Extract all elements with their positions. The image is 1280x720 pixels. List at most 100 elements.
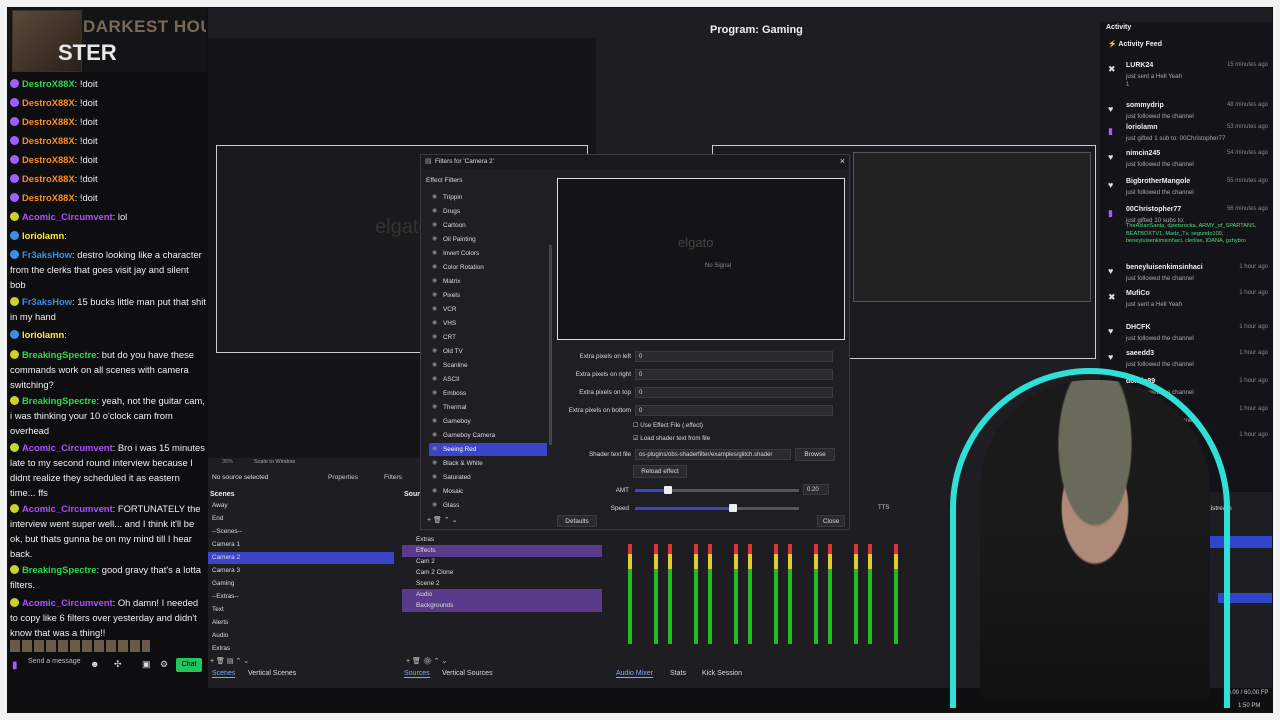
input-top[interactable]: 0 — [635, 387, 833, 398]
input-right[interactable]: 0 — [635, 369, 833, 380]
dock-tab[interactable]: Scenes — [212, 670, 236, 678]
shader-path-input[interactable]: os-plugins/obs-shaderfilter/examples/gli… — [635, 449, 791, 460]
close-button[interactable]: Close — [817, 515, 845, 527]
filter-item[interactable]: VHS — [429, 317, 547, 330]
scale-select[interactable]: Scale to Window — [254, 459, 295, 465]
source-settings-icon[interactable]: ⚙ — [423, 658, 434, 665]
filter-item[interactable]: Glass — [429, 499, 547, 509]
source-down-icon[interactable]: ⌄ — [442, 658, 448, 665]
scene-item[interactable]: Audio — [208, 630, 394, 642]
chat-username[interactable]: Acomic_Circumvent — [22, 442, 113, 453]
chat-username[interactable]: DestroX88X — [22, 116, 75, 127]
filter-item[interactable]: Thermal — [429, 401, 547, 414]
activity-event[interactable]: ✖ MufiCo just sent a Hell Yeah 1 hour ago — [1108, 290, 1270, 320]
filter-item[interactable]: Scanline — [429, 359, 547, 372]
chat-send-button[interactable]: Chat — [176, 658, 202, 672]
scene-item[interactable]: --Extras-- — [208, 591, 394, 603]
scene-item[interactable]: Away — [208, 500, 394, 512]
filter-item[interactable]: Mosaic — [429, 485, 547, 498]
dock-tab[interactable]: Vertical Scenes — [248, 670, 296, 677]
mic-icon[interactable]: ▮ — [12, 660, 18, 671]
chat-username[interactable]: loriolamn — [22, 230, 64, 241]
filter-item[interactable]: CRT — [429, 331, 547, 344]
filter-up-icon[interactable]: ⌃ — [444, 517, 452, 524]
filter-item[interactable]: Cartoon — [429, 219, 547, 232]
speed-slider-handle[interactable] — [729, 504, 738, 512]
activity-event[interactable]: ♥ BigbrotherMangole just followed the chan… — [1108, 178, 1270, 208]
scene-item[interactable]: Gaming — [208, 578, 394, 590]
amt-input[interactable]: 0.20 — [803, 484, 829, 495]
filter-item[interactable]: Drugs — [429, 205, 547, 218]
filter-item[interactable]: Old TV — [429, 345, 547, 358]
scene-item[interactable]: Camera 3 — [208, 565, 394, 577]
close-icon[interactable]: × — [840, 156, 845, 166]
defaults-button[interactable]: Defaults — [557, 515, 597, 527]
chat-username[interactable]: BreakingSpectre — [22, 349, 97, 360]
source-item[interactable]: Backgrounds — [402, 600, 602, 612]
chat-username[interactable]: DestroX88X — [22, 78, 75, 89]
chat-username[interactable]: BreakingSpectre — [22, 564, 97, 575]
filter-down-icon[interactable]: ⌄ — [452, 517, 458, 524]
dock-tab[interactable]: Audio Mixer — [616, 670, 653, 678]
filter-item[interactable]: Seeing Red — [429, 443, 547, 456]
scene-item[interactable]: Camera 1 — [208, 539, 394, 551]
dock-tab[interactable]: Vertical Sources — [442, 670, 493, 677]
speed-slider[interactable] — [635, 504, 799, 512]
filter-item[interactable]: Black & White — [429, 457, 547, 470]
chat-username[interactable]: Acomic_Circumvent — [22, 211, 113, 222]
input-left[interactable]: 0 — [635, 351, 833, 362]
filter-item[interactable]: ASCII — [429, 373, 547, 386]
chat-username[interactable]: DestroX88X — [22, 154, 75, 165]
filter-item[interactable]: Invert Colors — [429, 247, 547, 260]
scene-item[interactable]: Camera 2 — [208, 552, 394, 564]
scene-item[interactable]: End — [208, 513, 394, 525]
chat-username[interactable]: DestroX88X — [22, 97, 75, 108]
scene-item[interactable]: Text — [208, 604, 394, 616]
filter-item[interactable]: Emboss — [429, 387, 547, 400]
scene-item[interactable]: --Scenes-- — [208, 526, 394, 538]
dock-tab[interactable]: Sources — [404, 670, 430, 678]
source-up-icon[interactable]: ⌃ — [434, 658, 442, 665]
filter-item[interactable]: Matrix — [429, 275, 547, 288]
chat-username[interactable]: Fr3aksHow — [22, 249, 72, 260]
filters-tab[interactable]: Filters — [384, 474, 402, 481]
filter-item[interactable]: Gameboy — [429, 415, 547, 428]
activity-event[interactable]: ✖ LURK24 just sent a Hell Yeah 15 minutes a… — [1108, 62, 1270, 92]
bits-icon[interactable]: ✣ — [114, 659, 122, 670]
reload-effect-button[interactable]: Reload effect — [633, 465, 687, 478]
browse-button[interactable]: Browse — [795, 448, 835, 461]
properties-tab[interactable]: Properties — [328, 474, 358, 481]
chat-username[interactable]: DestroX88X — [22, 173, 75, 184]
gift-icon[interactable]: ▣ — [142, 659, 151, 670]
chat-username[interactable]: Acomic_Circumvent — [22, 503, 113, 514]
chat-username[interactable]: BreakingSpectre — [22, 395, 97, 406]
amt-slider[interactable] — [635, 486, 799, 494]
filter-item[interactable]: VCR — [429, 303, 547, 316]
use-effect-checkbox[interactable]: ☐ Use Effect File (.effect) — [633, 422, 703, 429]
remove-scene-icon[interactable]: 🗑 — [216, 658, 227, 665]
amt-slider-handle[interactable] — [663, 486, 672, 494]
move-down-icon[interactable]: ⌄ — [243, 658, 249, 665]
chat-username[interactable]: DestroX88X — [22, 192, 75, 203]
settings-icon[interactable]: ⚙ — [160, 659, 168, 670]
filter-item[interactable]: Oil Painting — [429, 233, 547, 246]
chat-username[interactable]: Fr3aksHow — [22, 296, 72, 307]
filter-item[interactable]: Trippin — [429, 191, 547, 204]
activity-event[interactable]: ♥ nimcin245 just followed the channel 54 mi… — [1108, 150, 1270, 180]
scene-item[interactable]: Alerts — [208, 617, 394, 629]
scene-item[interactable]: Extras — [208, 643, 394, 655]
chat-input-field[interactable]: Send a message — [28, 657, 88, 666]
filter-list-scrollbar[interactable] — [549, 245, 552, 445]
chat-username[interactable]: loriolamn — [22, 329, 64, 340]
chat-username[interactable]: DestroX88X — [22, 135, 75, 146]
remove-filter-icon[interactable]: 🗑 — [433, 517, 444, 524]
remove-source-icon[interactable]: 🗑 — [412, 658, 423, 665]
filter-item[interactable]: Saturated — [429, 471, 547, 484]
emote-icon[interactable]: ☻ — [90, 659, 99, 669]
dock-tab[interactable]: Stats — [670, 670, 686, 677]
filter-item[interactable]: Pixels — [429, 289, 547, 302]
dock-tab[interactable]: Kick Session — [702, 670, 742, 677]
load-shader-checkbox[interactable]: ☑ Load shader text from file — [633, 435, 710, 442]
filter-item[interactable]: Color Rotation — [429, 261, 547, 274]
input-bottom[interactable]: 0 — [635, 405, 833, 416]
